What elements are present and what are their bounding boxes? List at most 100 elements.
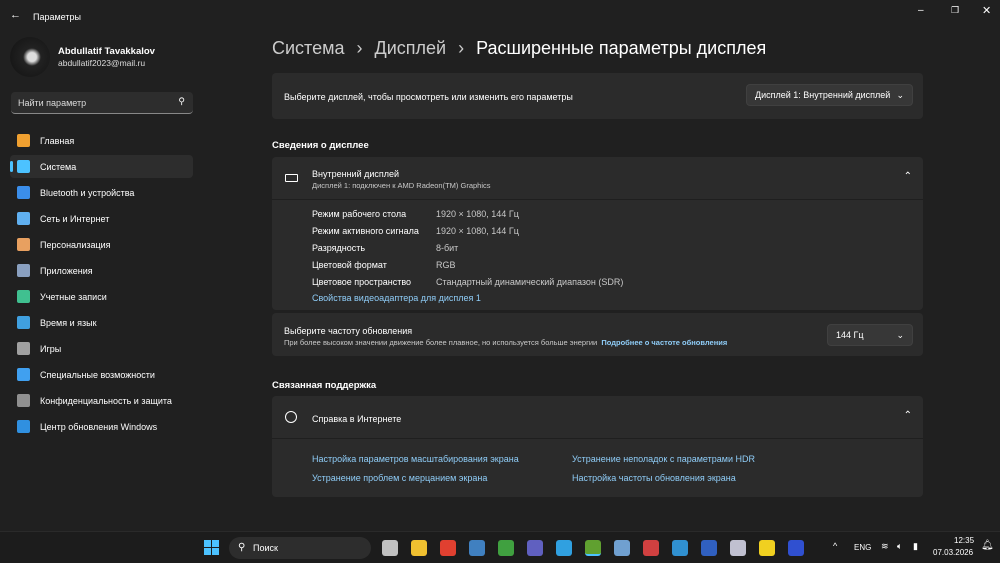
select-display-label: Выберите дисплей, чтобы просмотреть или … — [284, 92, 573, 102]
property-name: Режим рабочего стола — [312, 209, 407, 219]
taskbar-app-icon[interactable] — [759, 540, 775, 556]
taskbar-app-icon[interactable] — [701, 540, 717, 556]
sidebar-item-5[interactable]: Приложения — [10, 259, 193, 282]
display-property-row: Режим рабочего стола 1920 × 1080, 144 Гц — [312, 209, 519, 219]
chevron-up-icon[interactable]: ⌃ — [904, 410, 912, 421]
search-placeholder: Найти параметр — [18, 98, 87, 108]
adapter-properties-link[interactable]: Свойства видеоадаптера для дисплея 1 — [312, 293, 481, 303]
sidebar-item-icon — [17, 368, 30, 381]
taskbar-app-icon[interactable] — [585, 540, 601, 556]
sidebar-item-label: Центр обновления Windows — [40, 421, 158, 432]
sidebar-item-icon — [17, 238, 30, 251]
display-info-card: Внутренний дисплей Дисплей 1: подключен … — [272, 157, 923, 310]
refresh-learn-more-link[interactable]: Подробнее о частоте обновления — [601, 338, 727, 347]
sidebar-item-3[interactable]: Сеть и Интернет — [10, 207, 193, 230]
taskbar-app-icon[interactable] — [440, 540, 456, 556]
property-name: Режим активного сигнала — [312, 226, 419, 236]
language-indicator[interactable]: ENG — [854, 543, 871, 552]
sidebar-item-icon — [17, 264, 30, 277]
display-property-row: Цветовое пространство Стандартный динамич… — [312, 277, 623, 287]
refresh-rate-card: Выберите частоту обновления При более вы… — [272, 313, 923, 356]
taskbar-app-icon[interactable] — [614, 540, 630, 556]
notification-bell-icon[interactable]: 🔔︎ — [981, 540, 994, 551]
property-value: 1920 × 1080, 144 Гц — [436, 226, 519, 236]
clock-date[interactable]: 07.03.2026 — [933, 548, 973, 557]
taskbar-app-icon[interactable] — [527, 540, 543, 556]
support-link-refresh[interactable]: Настройка частоты обновления экрана — [572, 473, 736, 483]
sidebar-item-icon — [17, 134, 30, 147]
taskbar-app-icon[interactable] — [382, 540, 398, 556]
laptop-icon — [285, 174, 298, 182]
taskbar-app-icon[interactable] — [469, 540, 485, 556]
display-property-row: Режим активного сигнала 1920 × 1080, 144 … — [312, 226, 519, 236]
sidebar-item-1[interactable]: Система — [10, 155, 193, 178]
sidebar-item-label: Bluetooth и устройства — [40, 187, 135, 198]
taskbar-app-icon[interactable] — [556, 540, 572, 556]
support-link-hdr[interactable]: Устранение неполадок с параметрами HDR — [572, 454, 755, 464]
section-display-info: Сведения о дисплее — [272, 140, 369, 151]
globe-icon — [285, 411, 297, 423]
display-info-header[interactable]: Внутренний дисплей Дисплей 1: подключен … — [272, 157, 923, 200]
select-display-card: Выберите дисплей, чтобы просмотреть или … — [272, 73, 923, 119]
display-property-row: Разрядность 8-бит — [312, 243, 458, 253]
maximize-button[interactable]: ❐ — [951, 5, 959, 16]
sidebar-item-9[interactable]: Специальные возможности — [10, 363, 193, 386]
refresh-rate-dropdown[interactable]: 144 Гц ⌄ — [827, 324, 913, 346]
back-button[interactable]: ← — [10, 9, 21, 21]
chevron-down-icon: ⌄ — [896, 329, 904, 340]
volume-icon[interactable]: 🔈︎ — [897, 541, 902, 552]
display-property-row: Цветовой формат RGB — [312, 260, 456, 270]
sidebar-item-7[interactable]: Время и язык — [10, 311, 193, 334]
property-value: 8-бит — [436, 243, 459, 253]
property-name: Цветовое пространство — [312, 277, 412, 287]
sidebar-item-icon — [17, 290, 30, 303]
taskbar-search[interactable]: ⚲ Поиск — [229, 537, 371, 559]
chevron-up-icon[interactable]: ⌃ — [904, 171, 912, 182]
display-dropdown[interactable]: Дисплей 1: Внутренний дисплей ⌄ — [746, 84, 913, 106]
sidebar-item-10[interactable]: Конфиденциальность и защита — [10, 389, 193, 412]
sidebar-item-label: Время и язык — [40, 317, 97, 328]
sidebar-item-2[interactable]: Bluetooth и устройства — [10, 181, 193, 204]
taskbar-app-icon[interactable] — [498, 540, 514, 556]
battery-icon[interactable]: ▮ — [913, 541, 918, 552]
sidebar-item-8[interactable]: Игры — [10, 337, 193, 360]
breadcrumb: Система › Дисплей › Расширенные параметр… — [272, 38, 767, 58]
taskbar-app-icon[interactable] — [672, 540, 688, 556]
search-icon: ⚲ — [238, 542, 246, 553]
support-header[interactable]: Справка в Интернете ⌃ — [272, 396, 923, 439]
support-link-flicker[interactable]: Устранение проблем с мерцанием экрана — [312, 473, 487, 483]
sidebar-item-icon — [17, 160, 30, 173]
minimize-button[interactable]: – — [918, 5, 924, 16]
taskbar-app-icon[interactable] — [643, 540, 659, 556]
chevron-up-icon[interactable]: ^ — [833, 541, 837, 551]
display-dropdown-value: Дисплей 1: Внутренний дисплей — [755, 90, 891, 100]
property-value: Стандартный динамический диапазон (SDR) — [436, 277, 624, 287]
sidebar-item-0[interactable]: Главная — [10, 129, 193, 152]
taskbar-app-icon[interactable] — [788, 540, 804, 556]
property-name: Цветовой формат — [312, 260, 387, 270]
sidebar-item-4[interactable]: Персонализация — [10, 233, 193, 256]
avatar[interactable] — [10, 37, 50, 77]
taskbar-app-icon[interactable] — [411, 540, 427, 556]
property-value: 1920 × 1080, 144 Гц — [436, 209, 519, 219]
support-link-scaling[interactable]: Настройка параметров масштабирования экр… — [312, 454, 519, 464]
sidebar-item-6[interactable]: Учетные записи — [10, 285, 193, 308]
search-input[interactable]: Найти параметр ⚲ — [11, 92, 193, 114]
user-email: abdullatif2023@mail.ru — [58, 58, 146, 68]
refresh-title: Выберите частоту обновления — [284, 326, 413, 336]
breadcrumb-system[interactable]: Система — [272, 38, 345, 58]
breadcrumb-display[interactable]: Дисплей — [375, 38, 447, 58]
sidebar-item-11[interactable]: Центр обновления Windows — [10, 415, 193, 438]
close-button[interactable]: ✕ — [982, 4, 991, 17]
display-title: Внутренний дисплей — [312, 169, 400, 179]
clock-time[interactable]: 12:35 — [954, 536, 974, 545]
sidebar-item-label: Главная — [40, 135, 75, 146]
wifi-icon[interactable]: ≋ — [881, 541, 889, 552]
taskbar-search-label: Поиск — [253, 543, 278, 553]
title-bar: ← Параметры – ❐ ✕ — [0, 0, 1000, 32]
chevron-down-icon: ⌄ — [896, 89, 904, 100]
sidebar-item-label: Игры — [40, 343, 62, 354]
property-value: RGB — [436, 260, 456, 270]
windows-start-icon[interactable] — [204, 540, 219, 555]
taskbar-app-icon[interactable] — [730, 540, 746, 556]
